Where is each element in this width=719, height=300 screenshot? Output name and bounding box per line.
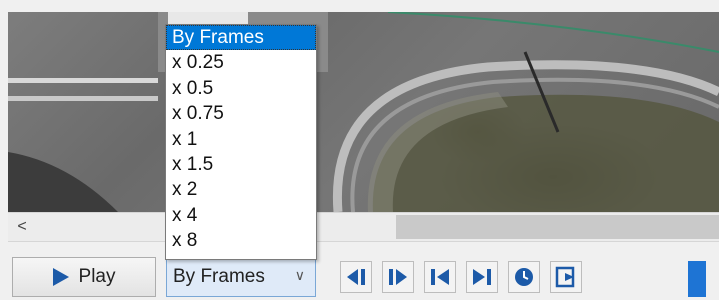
prev-frame-button[interactable] [340,261,372,293]
skip-to-start-button[interactable] [424,261,456,293]
speed-option[interactable]: By Frames [166,25,316,51]
speed-value: By Frames [173,266,265,287]
scroll-thumb[interactable] [396,215,719,239]
play-icon [52,268,69,286]
speed-option[interactable]: x 2 [166,177,316,202]
video-frame [8,12,719,212]
time-button[interactable] [508,261,540,293]
speed-select[interactable]: By Frames ∨ [166,257,316,297]
speed-option[interactable]: x 8 [166,228,316,253]
speed-option[interactable]: x 4 [166,203,316,228]
skip-to-end-icon [473,269,491,285]
play-label: Play [78,266,116,287]
playback-controls: Play By Frames ∨ [0,243,719,300]
next-frame-button[interactable] [382,261,414,293]
speed-option[interactable]: x 0.5 [166,76,316,101]
scroll-left-arrow[interactable]: < [12,217,32,237]
skip-to-start-icon [431,269,449,285]
speed-option[interactable]: x 1 [166,127,316,152]
play-button[interactable]: Play [12,257,156,297]
chevron-down-icon: ∨ [294,267,305,283]
step-back-icon [347,269,365,285]
speed-option[interactable]: x 0.75 [166,101,316,126]
speed-dropdown-list: By Frames x 0.25 x 0.5 x 0.75 x 1 x 1.5 … [165,24,317,260]
speed-option[interactable]: x 1.5 [166,152,316,177]
export-button[interactable] [550,261,582,293]
skip-to-end-button[interactable] [466,261,498,293]
step-forward-icon [389,269,407,285]
timeline-scrollbar[interactable]: < [8,212,719,242]
speed-option[interactable]: x 0.25 [166,50,316,75]
export-icon [555,266,575,288]
camera-image [8,12,719,212]
level-indicator [688,261,706,297]
clock-icon [515,268,533,286]
